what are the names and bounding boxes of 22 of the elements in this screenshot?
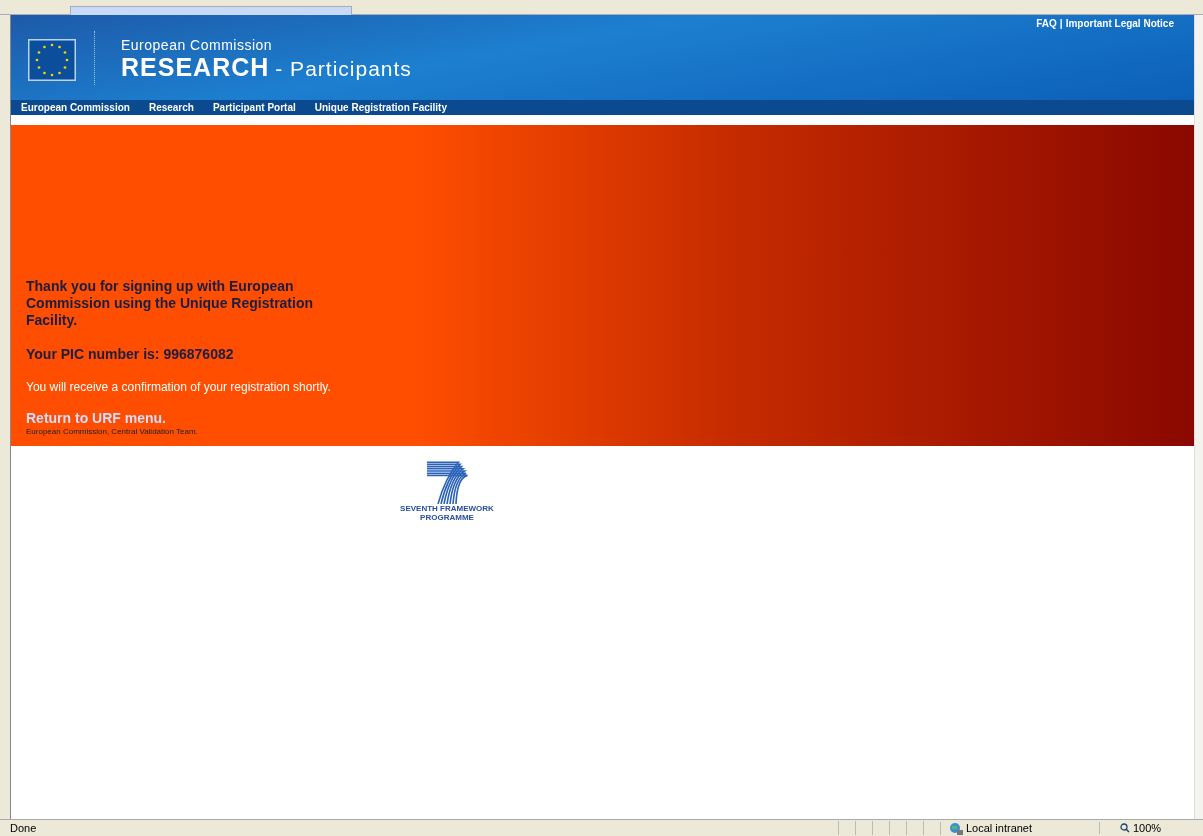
- nav-link[interactable]: European Commission: [21, 102, 130, 113]
- zoom-control[interactable]: 100%: [1099, 822, 1162, 834]
- logo-text: SEVENTH FRAMEWORK: [400, 504, 494, 513]
- nav-link[interactable]: Research: [148, 102, 194, 113]
- browser-tab[interactable]: [70, 6, 352, 16]
- org-name: European Commission: [121, 37, 274, 53]
- pic-number-text: Your PIC number is: 996876082: [26, 346, 235, 362]
- thanks-text: Thank you for signing up with European Commission using the Unique Registration Facility.: [26, 278, 315, 329]
- site-subtitle: - Participants: [275, 57, 412, 81]
- confirmation-text: You will receive a confirmation of your registration shortly.: [26, 380, 332, 394]
- logo-text: PROGRAMME: [420, 513, 474, 522]
- nav-link[interactable]: Unique Registration Facility: [314, 102, 447, 113]
- nav-link[interactable]: Participant Portal: [212, 102, 296, 113]
- header-link[interactable]: Important Legal Notice: [1065, 18, 1174, 29]
- site-title: RESEARCH: [121, 53, 270, 82]
- header-link[interactable]: FAQ: [1036, 18, 1057, 29]
- separator-text: |: [1059, 18, 1063, 29]
- signature-text: European Commission, Central Validation Team.: [26, 427, 199, 436]
- magnifier-icon: [1120, 823, 1130, 833]
- globe-icon: [949, 821, 963, 835]
- status-text: Done: [9, 822, 38, 834]
- zone-indicator: Local intranet: [940, 821, 1099, 835]
